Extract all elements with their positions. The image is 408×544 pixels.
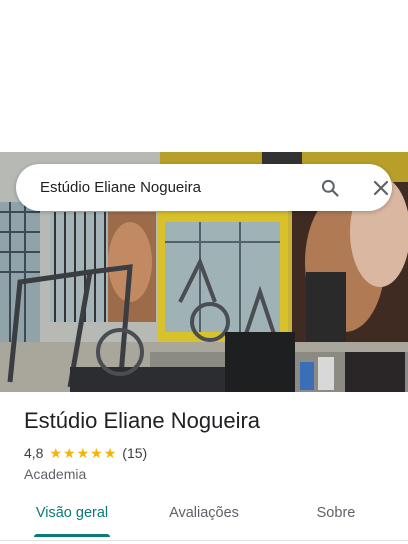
- star-icon: ★: [103, 445, 117, 461]
- star-icon: ★: [63, 445, 76, 461]
- star-icon: ★: [76, 445, 90, 461]
- search-bar[interactable]: Estúdio Eliane Nogueira: [16, 164, 392, 211]
- tab-overview[interactable]: Visão geral: [24, 492, 120, 536]
- search-input[interactable]: Estúdio Eliane Nogueira: [40, 164, 201, 211]
- rating-value: 4,8: [24, 445, 44, 461]
- rating-row[interactable]: 4,8 ★ ★ ★ ★ ★ (15): [24, 444, 147, 462]
- search-icon[interactable]: [318, 176, 342, 200]
- star-icon: ★: [90, 445, 103, 461]
- tab-reviews[interactable]: Avaliações: [156, 492, 252, 536]
- place-tabs: Visão geral Avaliações Sobre: [0, 492, 408, 541]
- place-category: Academia: [24, 466, 87, 482]
- place-title: Estúdio Eliane Nogueira: [24, 408, 261, 433]
- close-icon[interactable]: [369, 176, 393, 200]
- active-tab-indicator: [34, 534, 110, 537]
- star-icon: ★: [49, 445, 63, 461]
- rating-stars: ★ ★ ★ ★ ★: [49, 446, 116, 460]
- review-count[interactable]: (15): [122, 445, 147, 461]
- tab-about[interactable]: Sobre: [296, 492, 376, 536]
